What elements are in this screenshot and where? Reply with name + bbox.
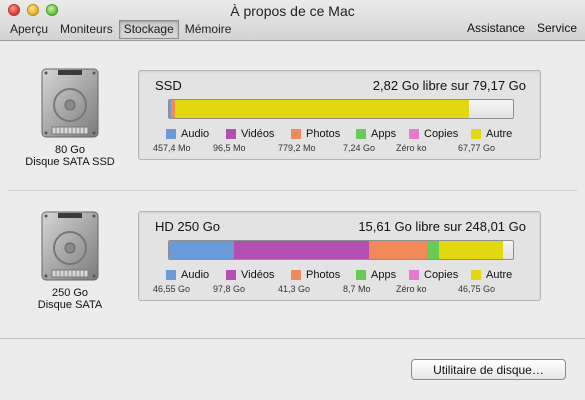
hard-drive-icon xyxy=(41,68,99,138)
photos-swatch xyxy=(291,129,301,139)
usage-segment-autre xyxy=(438,241,504,259)
assistance-link[interactable]: Assistance xyxy=(467,21,525,35)
legend-label: Copies xyxy=(424,269,459,281)
legend-value: 67,77 Go xyxy=(458,143,496,153)
disk-type: Disque SATA SSD xyxy=(25,156,115,168)
legend-label: Copies xyxy=(424,128,459,140)
legend-label: Photos xyxy=(306,128,341,140)
window-toolbar: À propos de ce Mac Aperçu Moniteurs Stoc… xyxy=(0,0,585,41)
usage-segment-vidéos xyxy=(233,241,370,259)
disk-utility-button[interactable]: Utilitaire de disque… xyxy=(411,359,566,380)
volume-free-space: 15,61 Go libre sur 248,01 Go xyxy=(358,219,526,234)
disk-info: 80 Go Disque SATA SSD xyxy=(20,67,120,168)
legend-label: Autre xyxy=(486,269,513,281)
legend-label: Apps xyxy=(371,128,397,140)
disk-info: 250 Go Disque SATA xyxy=(20,210,120,311)
disk-capacity: 250 Go xyxy=(51,287,89,299)
autre-swatch xyxy=(471,270,481,280)
legend-label: Autre xyxy=(486,128,513,140)
tab-apercu[interactable]: Aperçu xyxy=(4,21,54,38)
tab-stockage[interactable]: Stockage xyxy=(118,20,179,39)
storage-usage-bar xyxy=(168,240,514,260)
legend-label: Apps xyxy=(371,269,397,281)
copies-swatch xyxy=(409,270,419,280)
toolbar-links: Assistance Service xyxy=(467,21,577,35)
disk-type: Disque SATA xyxy=(37,299,103,311)
footer-divider xyxy=(0,338,585,339)
audio-swatch xyxy=(166,129,176,139)
legend-label: Audio xyxy=(181,128,210,140)
photos-swatch xyxy=(291,270,301,280)
usage-segment-audio xyxy=(169,241,234,259)
autre-swatch xyxy=(471,129,481,139)
legend-label: Photos xyxy=(306,269,341,281)
tab-bar: Aperçu Moniteurs Stockage Mémoire xyxy=(4,20,238,39)
service-link[interactable]: Service xyxy=(537,21,577,35)
disk-section-hd: 250 Go Disque SATA HD 250 Go 15,61 Go li… xyxy=(0,180,585,330)
apps-swatch xyxy=(356,129,366,139)
volume-panel: HD 250 Go 15,61 Go libre sur 248,01 Go A… xyxy=(138,211,541,301)
audio-swatch xyxy=(166,270,176,280)
disk-section-ssd: 80 Go Disque SATA SSD SSD 2,82 Go libre … xyxy=(0,40,585,190)
volume-panel: SSD 2,82 Go libre sur 79,17 Go Audio 457… xyxy=(138,70,541,160)
videos-swatch xyxy=(226,270,236,280)
usage-segment-photos xyxy=(369,241,427,259)
usage-segment-autre xyxy=(174,100,469,118)
usage-segment-apps xyxy=(426,241,439,259)
volume-name: SSD xyxy=(155,78,182,93)
tab-memoire[interactable]: Mémoire xyxy=(179,21,238,38)
volume-free-space: 2,82 Go libre sur 79,17 Go xyxy=(372,78,526,93)
window-title: À propos de ce Mac xyxy=(230,3,355,19)
legend-label: Vidéos xyxy=(241,128,275,140)
disk-capacity: 80 Go xyxy=(55,144,85,156)
hard-drive-icon xyxy=(41,211,99,281)
tab-moniteurs[interactable]: Moniteurs xyxy=(54,21,119,38)
videos-swatch xyxy=(226,129,236,139)
legend-value: 46,75 Go xyxy=(458,284,496,294)
volume-name: HD 250 Go xyxy=(155,219,221,234)
copies-swatch xyxy=(409,129,419,139)
legend-label: Vidéos xyxy=(241,269,275,281)
apps-swatch xyxy=(356,270,366,280)
storage-usage-bar xyxy=(168,99,514,119)
legend-label: Audio xyxy=(181,269,210,281)
